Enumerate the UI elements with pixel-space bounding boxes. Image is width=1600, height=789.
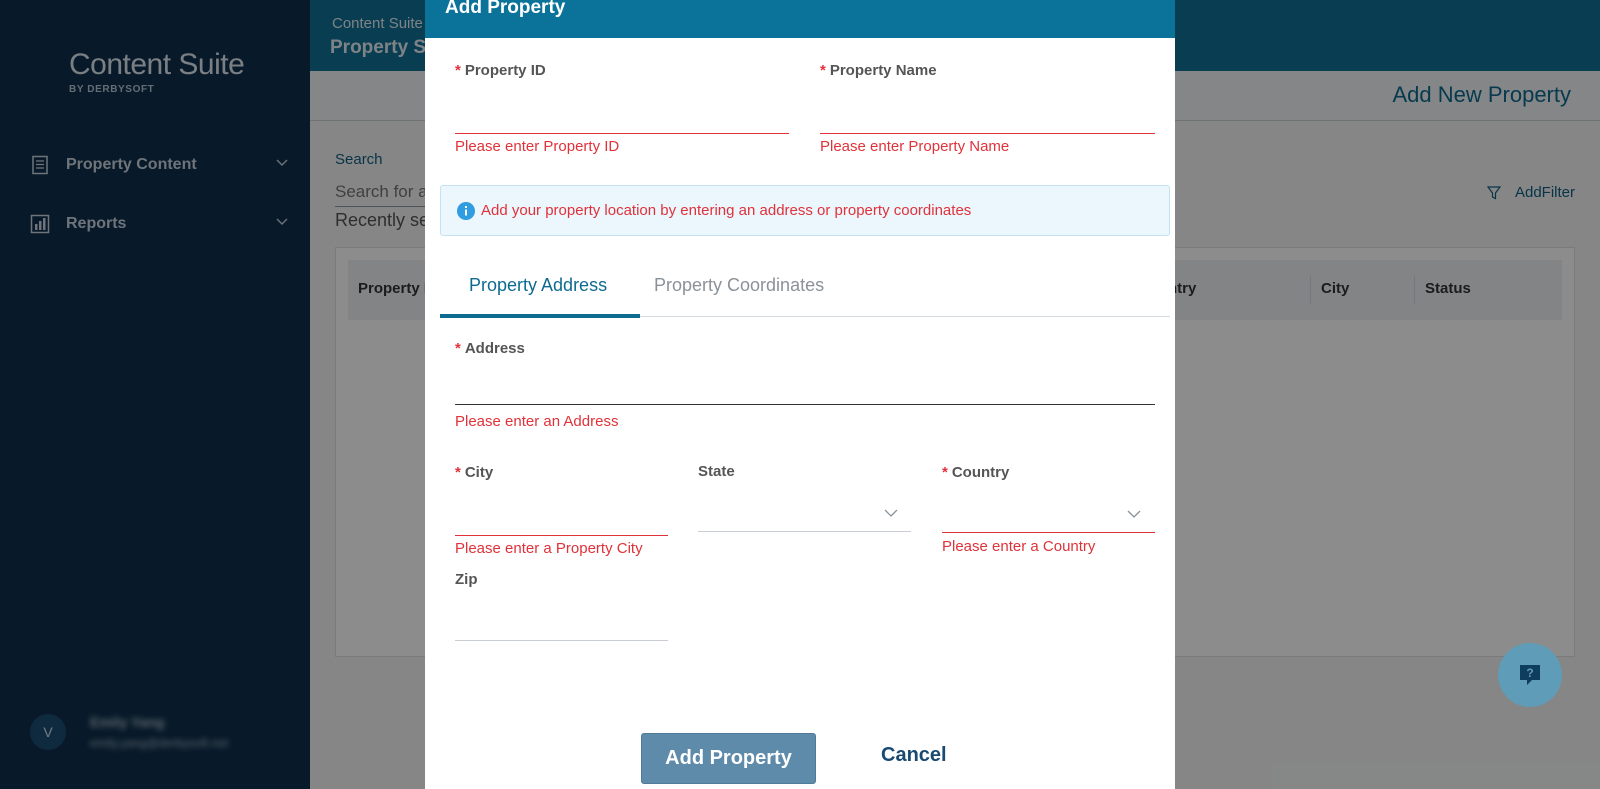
property-id-label: * Property ID [455,62,546,79]
dialog-title: Add Property [445,0,566,18]
cancel-button[interactable]: Cancel [881,744,947,767]
city-input[interactable] [455,504,668,536]
required-marker: * [942,464,948,481]
zip-input[interactable] [455,609,668,641]
help-icon: ? [1520,665,1540,685]
zip-label: Zip [455,571,478,588]
chevron-down-icon [884,509,898,517]
city-error: Please enter a Property City [455,540,643,557]
address-label-text: Address [464,340,525,357]
required-marker: * [455,62,461,79]
country-error: Please enter a Country [942,538,1096,555]
help-button[interactable]: ? [1498,643,1562,707]
info-text: Add your property location by entering a… [481,202,972,219]
country-label-text: Country [951,464,1010,481]
required-marker: * [455,464,461,481]
svg-text:?: ? [1526,666,1533,680]
city-label: * City [455,464,493,481]
tab-property-coordinates[interactable]: Property Coordinates [654,275,824,296]
property-name-label-text: Property Name [829,62,937,79]
property-id-label-text: Property ID [464,62,546,79]
tab-property-address[interactable]: Property Address [469,275,607,296]
country-select[interactable] [942,501,1155,533]
city-label-text: City [464,464,494,481]
address-input[interactable] [455,373,1155,405]
location-info-banner: Add your property location by entering a… [440,185,1170,236]
active-tab-indicator [440,314,640,318]
add-property-dialog: Add Property * Property ID Please enter P… [425,0,1175,789]
required-marker: * [455,340,461,357]
chevron-down-icon [1127,510,1141,518]
address-label: * Address [455,340,525,357]
property-name-input[interactable] [820,102,1155,134]
address-error: Please enter an Address [455,413,619,430]
dialog-header: Add Property [425,0,1175,38]
required-marker: * [820,62,826,79]
property-id-input[interactable] [455,102,789,134]
info-icon [457,201,475,220]
property-name-label: * Property Name [820,62,937,79]
property-id-error: Please enter Property ID [455,138,620,155]
country-label: * Country [942,464,1009,481]
state-select[interactable] [698,500,911,532]
add-property-button[interactable]: Add Property [641,733,816,784]
state-label: State [698,463,735,480]
property-name-error: Please enter Property Name [820,138,1010,155]
location-tabs: Property Address Property Coordinates [440,255,1170,318]
